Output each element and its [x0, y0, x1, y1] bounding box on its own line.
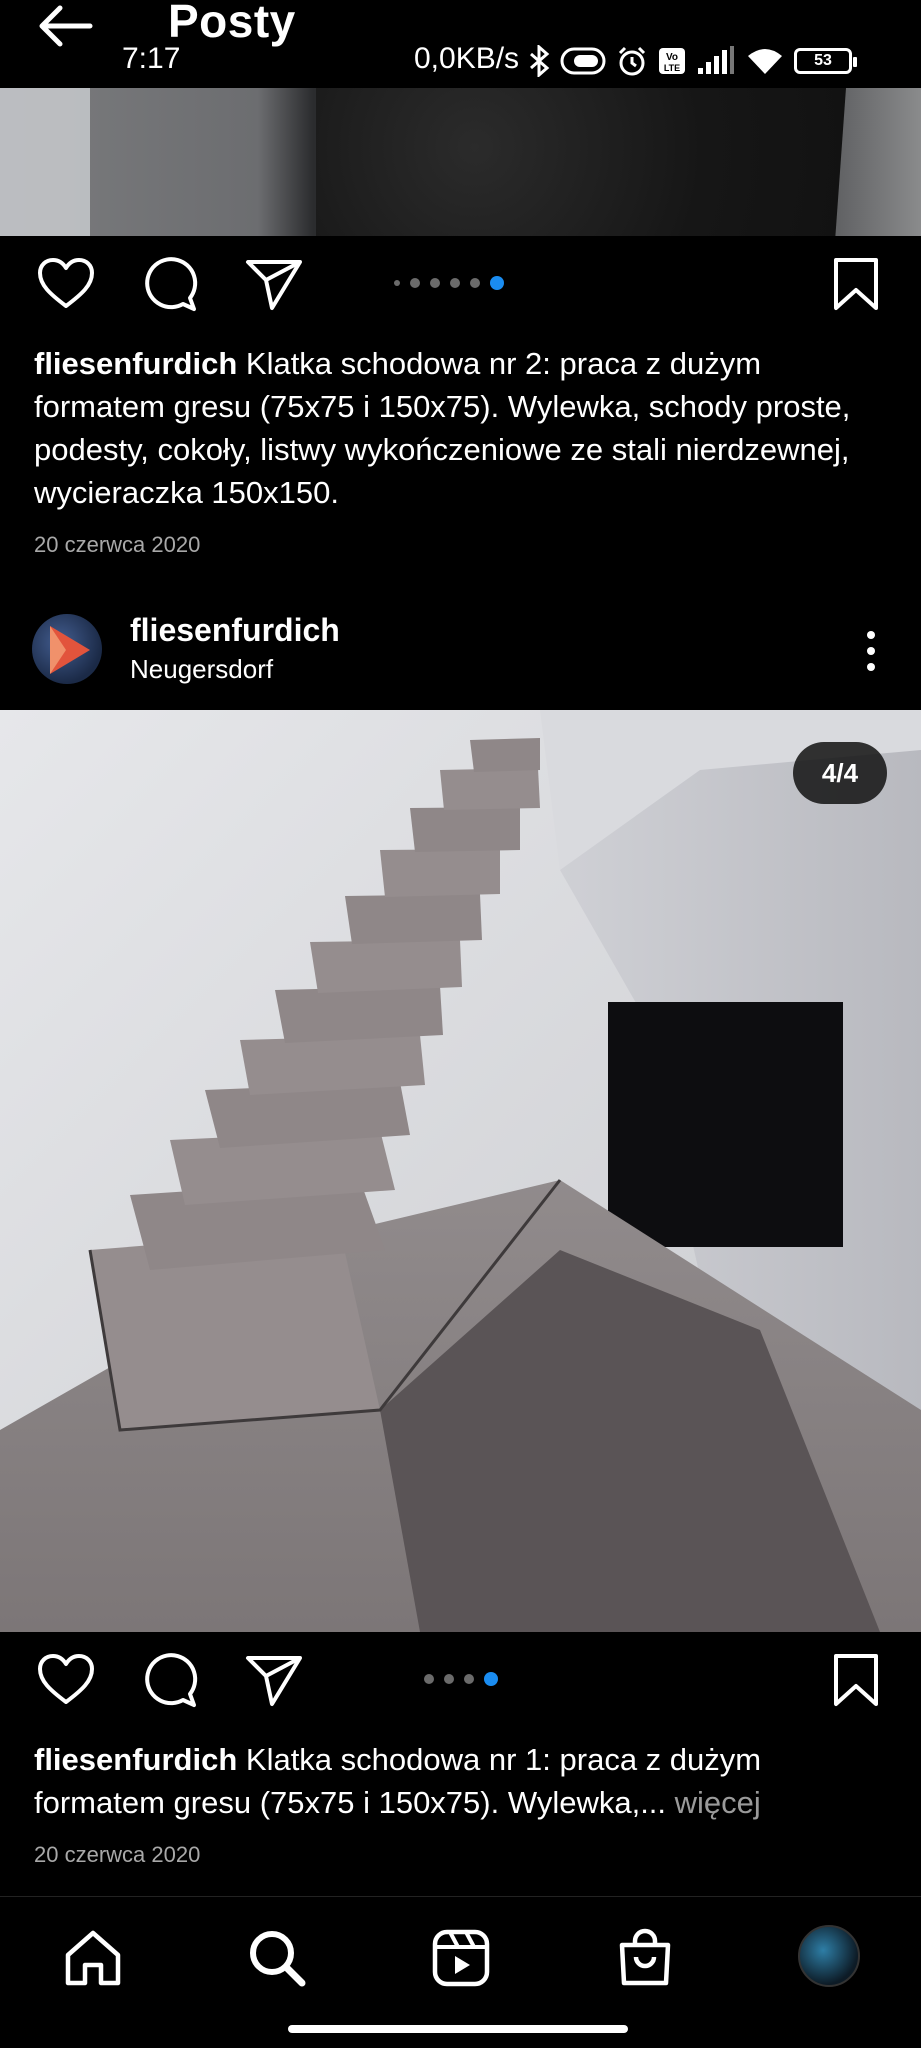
status-time: 7:17: [122, 42, 181, 75]
carousel-dot: [470, 278, 480, 288]
image-counter: 4/4: [793, 742, 887, 804]
carousel-dot: [394, 280, 400, 286]
more-options-icon[interactable]: [865, 630, 877, 672]
caption-username[interactable]: fliesenfurdich: [34, 346, 237, 381]
post-location[interactable]: Neugersdorf: [130, 654, 273, 685]
home-icon[interactable]: [62, 1927, 124, 1989]
page-title: Posty: [168, 0, 296, 47]
arrow-left-icon[interactable]: [36, 2, 94, 50]
shop-icon[interactable]: [614, 1927, 676, 1989]
comment-icon[interactable]: [140, 1650, 200, 1710]
send-icon[interactable]: [244, 1650, 304, 1710]
avatar[interactable]: [32, 614, 102, 684]
send-icon[interactable]: [244, 254, 304, 314]
comment-icon[interactable]: [140, 254, 200, 314]
alarm-icon: [618, 46, 646, 76]
carousel-dots: [424, 1672, 498, 1686]
caption-username[interactable]: fliesenfurdich: [34, 1742, 237, 1777]
profile-avatar[interactable]: [798, 1925, 860, 1987]
signal-icon: [698, 46, 734, 74]
bookmark-icon[interactable]: [826, 1650, 886, 1710]
svg-text:Vo: Vo: [666, 52, 678, 63]
carousel-dot: [410, 278, 420, 288]
post-username[interactable]: fliesenfurdich: [130, 612, 340, 649]
more-link[interactable]: więcej: [666, 1785, 761, 1820]
volte-icon: VoLTE: [659, 48, 685, 74]
post-image[interactable]: 4/4: [0, 710, 921, 1632]
home-indicator[interactable]: [288, 2025, 628, 2033]
post-caption: fliesenfurdich Klatka schodowa nr 2: pra…: [34, 342, 894, 514]
wifi-icon: [748, 49, 782, 74]
image-region-mat: [316, 88, 846, 236]
post-header: fliesenfurdich Neugersdorf: [0, 600, 921, 710]
bluetooth-icon: [530, 45, 550, 77]
carousel-dot: [450, 278, 460, 288]
search-icon[interactable]: [246, 1927, 308, 1989]
battery-icon: 53: [794, 48, 857, 74]
image-region-wall: [0, 88, 90, 236]
post-caption: fliesenfurdich Klatka schodowa nr 1: pra…: [34, 1738, 894, 1824]
carousel-dot: [424, 1674, 434, 1684]
avatar-logo: [50, 626, 90, 674]
carousel-dots: [394, 276, 504, 290]
carousel-dot: [464, 1674, 474, 1684]
carousel-dot: [444, 1674, 454, 1684]
battery-level: 53: [814, 52, 832, 69]
bookmark-icon[interactable]: [826, 254, 886, 314]
post-actions: [0, 1632, 921, 1732]
carousel-dot: [430, 278, 440, 288]
bottom-nav: [0, 1896, 921, 2048]
heart-icon[interactable]: [36, 254, 96, 314]
post-image-previous[interactable]: [0, 88, 921, 236]
status-icons: Vo LTE 53: [528, 44, 857, 78]
post-date: 20 czerwca 2020: [34, 532, 201, 557]
network-speed: 0,0KB/s: [414, 42, 520, 75]
post-date: 20 czerwca 2020: [34, 1842, 201, 1867]
post-actions: [0, 236, 921, 336]
staircase-photo: [0, 710, 921, 1632]
top-bar: Posty 7:17 0,0KB/s Vo LTE 53: [0, 0, 921, 88]
heart-icon[interactable]: [36, 1650, 96, 1710]
svg-text:LTE: LTE: [664, 63, 680, 73]
carousel-dot-active: [490, 276, 504, 290]
carousel-dot-active: [484, 1672, 498, 1686]
toggle-icon: [560, 47, 606, 75]
reels-icon[interactable]: [430, 1927, 492, 1989]
